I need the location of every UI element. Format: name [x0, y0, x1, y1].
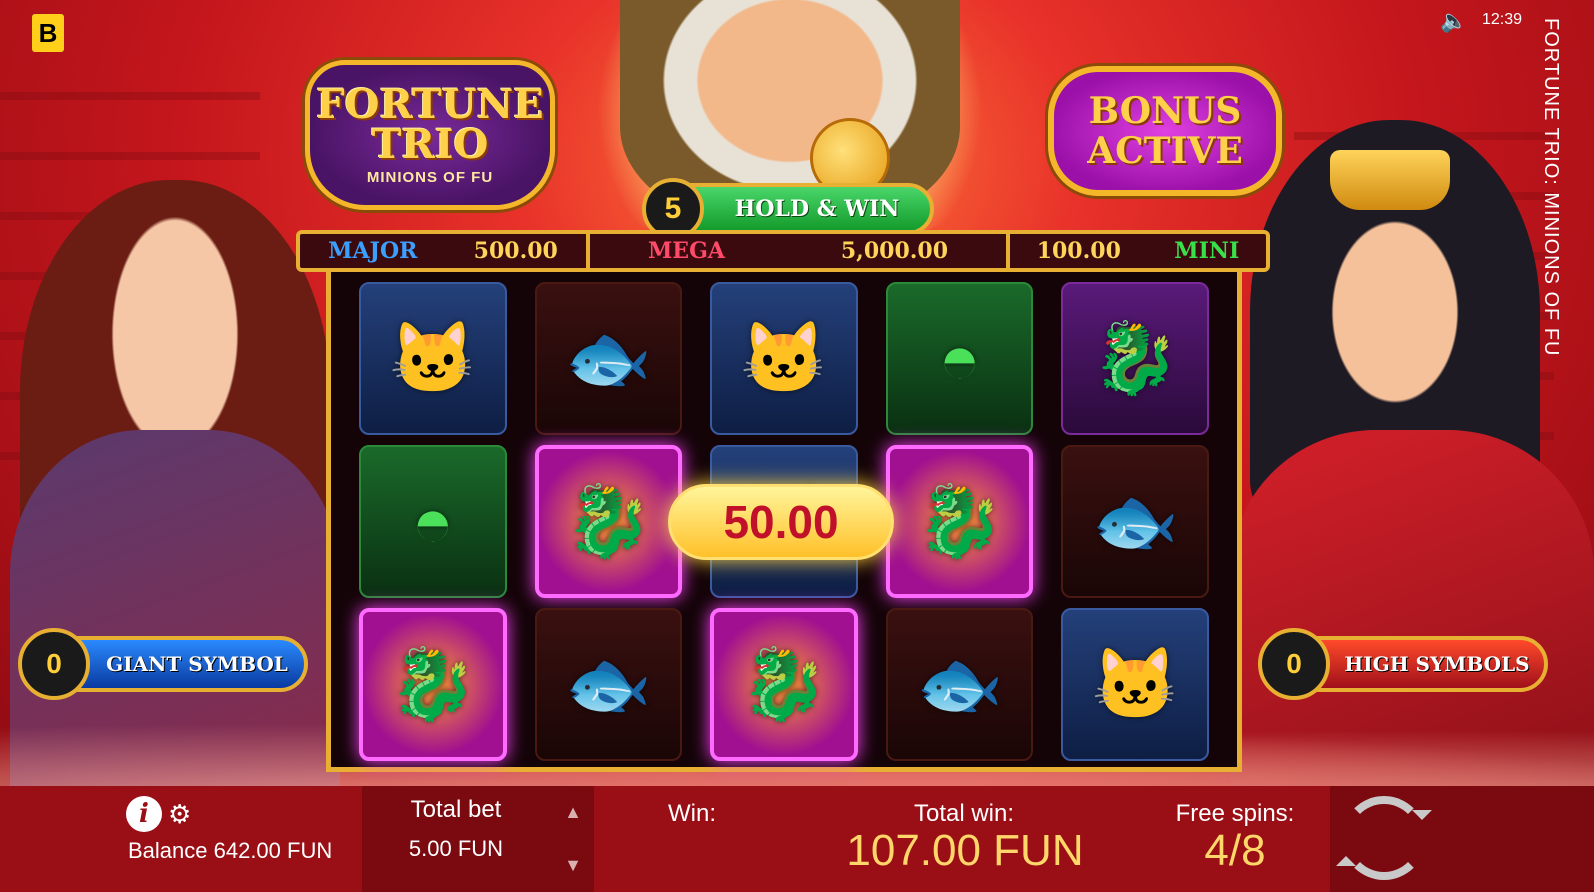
- koi-fish-icon: 🐟: [564, 644, 652, 723]
- koi-fish-icon: 🐟: [1091, 481, 1179, 560]
- balance-text: Balance 642.00 FUN: [128, 838, 333, 863]
- green-fan-icon: ◓: [411, 482, 454, 561]
- reel-cell: 🐱: [359, 282, 507, 435]
- reel-cell: 🐱: [1061, 608, 1209, 761]
- jackpot-major-label: MAJOR: [328, 238, 418, 264]
- speaker-icon[interactable]: 🔈: [1440, 8, 1467, 34]
- info-icon[interactable]: i: [126, 796, 162, 832]
- giant-symbol-counter: 0 GIANT SYMBOL: [18, 628, 308, 700]
- jackpot-mega-label: MEGA: [647, 238, 725, 264]
- game-stage: B 🔈 12:39 FORTUNE TRIO: MINIONS OF FU FO…: [0, 0, 1594, 800]
- reel-cell: 🐟: [1061, 445, 1209, 598]
- bar-icons: i ⚙: [126, 796, 191, 832]
- win-value-popup: 50.00: [668, 484, 894, 560]
- game-logo: FORTUNE TRIO MINIONS OF FU: [305, 60, 555, 210]
- spin-button-icon[interactable]: [1336, 796, 1432, 880]
- jackpot-mega-value: 5,000.00: [840, 238, 949, 264]
- reel-cell: 🐟: [534, 608, 683, 761]
- bet-up-arrow-icon[interactable]: ▲: [564, 802, 582, 823]
- reel-cell: 🐟: [885, 608, 1034, 761]
- koi-fish-icon: 🐟: [916, 644, 1004, 723]
- dragon-ingot-hot-icon: 🐉: [740, 644, 828, 723]
- lucky-cat-icon: 🐱: [389, 318, 477, 397]
- bonus-active-badge: BONUS ACTIVE: [1048, 66, 1282, 196]
- high-symbols-count: 0: [1258, 628, 1330, 700]
- jackpot-mega: MEGA 5,000.00: [590, 234, 1010, 268]
- free-spins-label: Free spins:: [1175, 800, 1295, 827]
- total-win-value: 107.00 FUN: [846, 826, 1084, 875]
- logo-line1: FORTUNE: [316, 80, 544, 128]
- bonus-line2: ACTIVE: [1087, 130, 1243, 172]
- win-label: Win:: [668, 800, 716, 827]
- jackpot-mini-label: MINI: [1174, 238, 1240, 264]
- reel-cell: ◓: [359, 445, 507, 598]
- jackpot-mini: 100.00 MINI: [1010, 234, 1266, 268]
- reel-cell: ◓: [885, 282, 1034, 435]
- free-spins-value: 4/8: [1204, 826, 1266, 875]
- high-symbols-label: HIGH SYMBOLS: [1344, 652, 1530, 676]
- bonus-line1: BONUS: [1088, 90, 1242, 132]
- reel-cell: 🐉: [710, 608, 858, 761]
- dragon-ingot-hot-icon: 🐉: [564, 481, 652, 560]
- total-bet-value: 5.00 FUN: [408, 836, 504, 861]
- reel-cell: 🐱: [710, 282, 858, 435]
- bet-stepper: ▲ ▼: [552, 786, 594, 892]
- hold-and-win-badge: 5 HOLD & WIN: [642, 178, 934, 240]
- dragon-ingot-icon: 🐉: [1091, 318, 1179, 397]
- giant-symbol-count: 0: [18, 628, 90, 700]
- jackpot-bar: MAJOR 500.00 MEGA 5,000.00 100.00 MINI: [296, 230, 1270, 272]
- brand-logo: B: [32, 14, 64, 52]
- jackpot-major: MAJOR 500.00: [300, 234, 590, 268]
- green-fan-icon: ◓: [938, 319, 981, 398]
- dragon-ingot-hot-icon: 🐉: [916, 481, 1004, 560]
- bottom-bar: i ⚙ Balance 642.00 FUN Total bet 5.00 FU…: [0, 786, 1594, 892]
- reel-cell: 🐉: [359, 608, 507, 761]
- clock: 12:39: [1482, 11, 1523, 28]
- giant-symbol-label: GIANT SYMBOL: [106, 652, 288, 676]
- logo-line2: TRIO: [371, 120, 489, 168]
- reel-cell: 🐉: [534, 445, 683, 598]
- crown-icon: [1330, 150, 1450, 210]
- reel-cell: 🐉: [1061, 282, 1209, 435]
- jackpot-major-value: 500.00: [473, 238, 558, 264]
- bet-down-arrow-icon[interactable]: ▼: [564, 855, 582, 876]
- high-symbols-counter: 0 HIGH SYMBOLS: [1258, 628, 1548, 700]
- reel-cell: 🐉: [885, 445, 1034, 598]
- hold-win-label: HOLD & WIN: [734, 196, 900, 222]
- vertical-game-title: FORTUNE TRIO: MINIONS OF FU: [1540, 18, 1562, 357]
- lucky-cat-icon: 🐱: [1091, 644, 1179, 723]
- lucky-cat-icon: 🐱: [740, 318, 828, 397]
- koi-fish-icon: 🐟: [564, 318, 652, 397]
- gear-icon[interactable]: ⚙: [168, 799, 191, 830]
- dragon-ingot-hot-icon: 🐉: [389, 644, 477, 723]
- total-bet-label: Total bet: [410, 796, 502, 823]
- reel-cell: 🐟: [534, 282, 683, 435]
- jackpot-mini-value: 100.00: [1036, 238, 1121, 264]
- logo-line3: MINIONS OF FU: [366, 168, 494, 186]
- total-win-label: Total win:: [913, 800, 1015, 827]
